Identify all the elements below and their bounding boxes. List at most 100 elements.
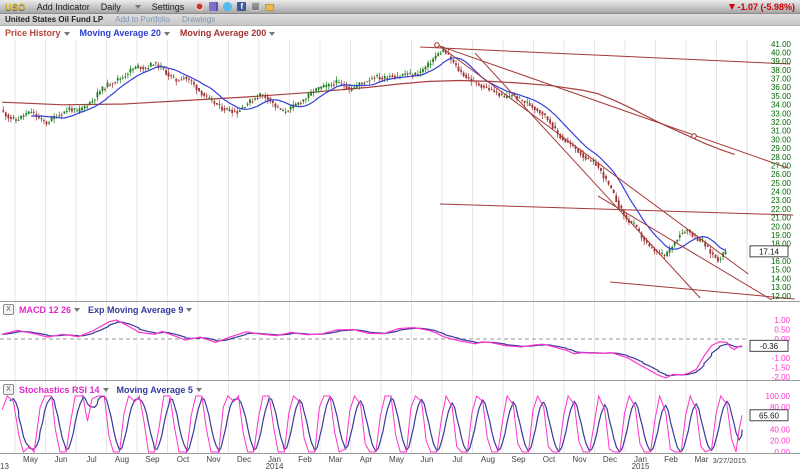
current-value-label: -0.36 — [760, 342, 779, 351]
sub-toolbar: United States Oil Fund LP Add to Portfol… — [0, 14, 800, 26]
chevron-down-icon[interactable] — [269, 32, 275, 36]
price-change-text: -1.07 (-5.98%) — [737, 2, 795, 12]
down-arrow-icon — [729, 4, 735, 10]
price-tick-label: 27.00 — [771, 161, 792, 170]
settings-button[interactable]: Settings — [152, 2, 185, 12]
macd-tick-label: 1.00 — [774, 316, 790, 325]
macd-tick-label: -2.00 — [772, 373, 791, 381]
macd-signal-dropdown[interactable]: Exp Moving Average 9 — [88, 305, 183, 315]
candles-layer — [2, 46, 726, 263]
ma200-dropdown[interactable]: Moving Average 200 — [180, 28, 266, 38]
add-to-portfolio-link[interactable]: Add to Portfolio — [115, 15, 170, 24]
price-tick-label: 33.00 — [771, 109, 792, 118]
trendline[interactable] — [475, 53, 700, 298]
trendline[interactable] — [437, 44, 748, 274]
month-label: Oct — [168, 455, 199, 464]
price-tick-label: 21.00 — [771, 214, 792, 223]
price-tick-label: 15.00 — [771, 266, 792, 275]
macd-tick-label: -1.50 — [772, 363, 791, 372]
year-label: 2014 — [259, 462, 290, 469]
add-indicator-button[interactable]: Add Indicator — [37, 2, 90, 12]
symbol-label: USO — [5, 2, 26, 12]
stoch-tick-label: 40.00 — [770, 425, 791, 434]
ma20-dropdown[interactable]: Moving Average 20 — [80, 28, 161, 38]
price-tick-label: 13.00 — [771, 283, 792, 292]
month-label: May — [381, 455, 412, 464]
stoch-tick-label: 20.00 — [770, 437, 791, 446]
price-tick-label: 14.00 — [771, 274, 792, 283]
chevron-down-icon[interactable] — [164, 32, 170, 36]
trendline-handle[interactable] — [435, 43, 440, 48]
month-label: Jun — [412, 455, 443, 464]
month-label: Sep — [503, 455, 534, 464]
drawings-link[interactable]: Drawings — [182, 15, 215, 24]
trendline-handle[interactable] — [692, 134, 697, 139]
price-tick-label: 35.00 — [771, 92, 792, 101]
period-chevron-down-icon[interactable] — [135, 5, 141, 9]
month-label: May — [15, 455, 46, 464]
share-icons — [195, 2, 274, 11]
price-tick-label: 40.00 — [771, 48, 792, 57]
month-label: Nov — [564, 455, 595, 464]
trendline[interactable] — [610, 282, 795, 299]
month-label: Aug — [473, 455, 504, 464]
price-tick-label: 20.00 — [771, 222, 792, 231]
price-tick-label: 41.00 — [771, 40, 792, 49]
end-date-label: 3/27/2015 — [701, 456, 746, 465]
macd-close-button[interactable]: X — [3, 304, 14, 315]
year-label: 2015 — [625, 462, 656, 469]
month-label: Dec — [595, 455, 626, 464]
twitter-icon[interactable] — [223, 2, 232, 11]
period-value: Daily — [101, 2, 121, 12]
price-tick-label: 19.00 — [771, 231, 792, 240]
month-label: Oct — [534, 455, 565, 464]
chevron-down-icon[interactable] — [64, 32, 70, 36]
chevron-down-icon[interactable] — [103, 388, 109, 392]
chartbook-icon[interactable] — [209, 2, 218, 11]
current-value-label: 17.14 — [759, 247, 780, 256]
chevron-down-icon[interactable] — [196, 388, 202, 392]
month-label: Jun — [46, 455, 77, 464]
price-tick-label: 30.00 — [771, 135, 792, 144]
camera-icon[interactable] — [251, 2, 260, 11]
price-chart[interactable]: 41.0040.0039.0038.0037.0036.0035.0034.00… — [0, 40, 800, 302]
price-tick-label: 22.00 — [771, 205, 792, 214]
macd-panel-header: X MACD 12 26 Exp Moving Average 9 — [3, 304, 192, 315]
stoch-ma-dropdown[interactable]: Moving Average 5 — [117, 385, 193, 395]
trendline[interactable] — [420, 47, 790, 64]
facebook-icon[interactable] — [237, 2, 246, 11]
price-tick-label: 36.00 — [771, 83, 792, 92]
price-tick-label: 31.00 — [771, 127, 792, 136]
stoch-close-button[interactable]: X — [3, 384, 14, 395]
chevron-down-icon[interactable] — [186, 308, 192, 312]
price-tick-label: 12.00 — [771, 292, 792, 301]
price-tick-label: 26.00 — [771, 170, 792, 179]
price-history-dropdown[interactable]: Price History — [5, 28, 61, 38]
price-tick-label: 24.00 — [771, 188, 792, 197]
price-tick-label: 38.00 — [771, 66, 792, 75]
mail-icon[interactable] — [265, 4, 274, 11]
top-toolbar: USO Add Indicator Daily Settings -1.07 (… — [0, 0, 800, 14]
price-tick-label: 29.00 — [771, 144, 792, 153]
price-tick-label: 34.00 — [771, 101, 792, 110]
price-tick-label: 16.00 — [771, 257, 792, 266]
macd-signal-line — [2, 322, 742, 376]
month-label: Apr — [351, 455, 382, 464]
price-change-badge: -1.07 (-5.98%) — [729, 2, 795, 12]
macd-tick-label: 0.50 — [774, 325, 790, 334]
trendline[interactable] — [437, 45, 788, 168]
period-dropdown[interactable]: Daily — [101, 2, 121, 12]
price-tick-label: 25.00 — [771, 179, 792, 188]
macd-indicator-dropdown[interactable]: MACD 12 26 — [19, 305, 71, 315]
trendline[interactable] — [440, 204, 793, 215]
current-value-label: 65.60 — [759, 411, 780, 420]
month-label: Aug — [107, 455, 138, 464]
stoch-indicator-dropdown[interactable]: Stochastics RSI 14 — [19, 385, 100, 395]
stoch-tick-label: 100.00 — [766, 392, 791, 401]
month-label: Mar — [320, 455, 351, 464]
chevron-down-icon[interactable] — [74, 308, 80, 312]
alarm-icon[interactable] — [195, 2, 204, 11]
year-label: 13 — [0, 462, 9, 469]
price-tick-label: 39.00 — [771, 57, 792, 66]
month-label: Sep — [137, 455, 168, 464]
